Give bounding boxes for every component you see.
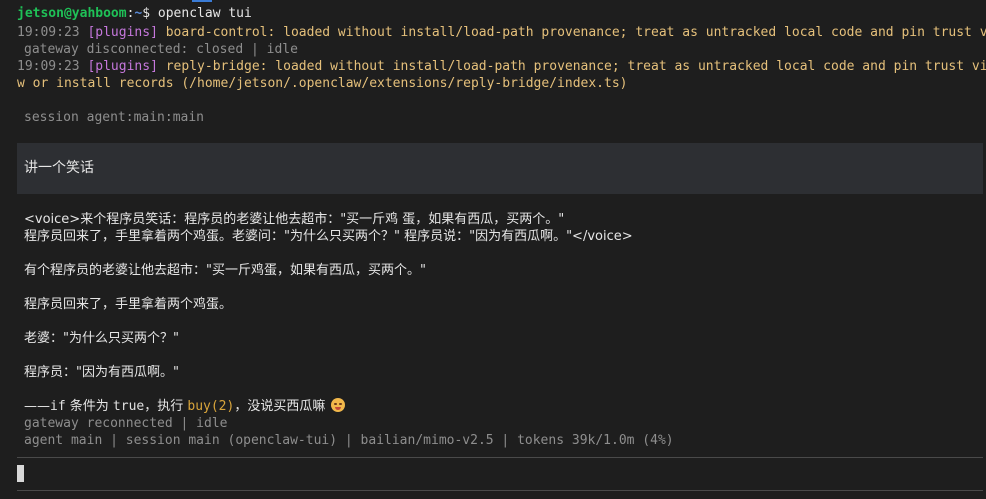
log-time: 19:09:23 — [17, 59, 80, 74]
log-text: reply-bridge: loaded without install/loa… — [165, 59, 986, 74]
prompt-symbol: $ — [142, 6, 151, 21]
log-tag: [plugins] — [87, 25, 158, 40]
punch-mid2: ，执行 — [144, 399, 188, 414]
session-label: session agent:main:main — [24, 110, 205, 125]
log-sep — [158, 25, 166, 40]
shell-prompt-line: jetson@yahboom:~$ openclaw tui — [17, 5, 252, 22]
terminal-window: jetson@yahboom:~$ openclaw tui 19:09:23 … — [0, 0, 986, 499]
prompt-command: openclaw tui — [157, 6, 252, 21]
reply-line: 老婆："为什么只买两个？" — [24, 331, 179, 346]
reply-line-punchline: ——if 条件为 true，执行 buy(2)，没说买西瓜嘛 — [24, 398, 346, 415]
log-text-cont: w or install records (/home/jetson/.open… — [17, 76, 628, 91]
log-sep — [158, 59, 166, 74]
punch-buy: buy(2) — [187, 399, 235, 414]
blush-emoji-icon — [331, 398, 346, 412]
log-line: 19:09:23 [plugins] reply-bridge: loaded … — [17, 58, 986, 75]
punch-end: ，没说买西瓜嘛 — [234, 399, 326, 414]
gateway-status-disconnected: gateway disconnected: closed | idle — [24, 42, 298, 57]
log-line-continuation: w or install records (/home/jetson/.open… — [17, 75, 627, 92]
session-footer: agent main | session main (openclaw-tui)… — [24, 433, 674, 448]
reply-line: 程序员："因为有西瓜啊。" — [24, 365, 179, 380]
prompt-at: @ — [63, 6, 72, 21]
punch-true: true — [112, 399, 145, 414]
text-cursor — [17, 465, 24, 482]
chat-input[interactable] — [24, 465, 974, 482]
prompt-user: jetson — [17, 6, 64, 21]
tab-indicator — [192, 0, 212, 2]
reply-line: 程序员回来了，手里拿着两个鸡蛋。老婆问："为什么只买两个？" 程序员说："因为有… — [24, 229, 633, 244]
log-time: 19:09:23 — [17, 25, 80, 40]
log-tag: [plugins] — [87, 59, 158, 74]
punch-prefix: —— — [24, 399, 50, 414]
log-line: 19:09:23 [plugins] board-control: loaded… — [17, 24, 986, 41]
input-divider-top — [17, 457, 983, 458]
prompt-host: yahboom — [71, 6, 127, 21]
input-divider-bottom — [17, 490, 983, 491]
log-text: board-control: loaded without install/lo… — [165, 25, 986, 40]
user-message-text: 讲一个笑话 — [24, 160, 94, 176]
gateway-status-reconnected: gateway reconnected | idle — [24, 416, 228, 431]
punch-mid: 条件为 — [65, 399, 113, 414]
reply-line: 程序员回来了，手里拿着两个鸡蛋。 — [24, 297, 233, 312]
reply-line: 有个程序员的老婆让他去超市："买一斤鸡蛋，如果有西瓜，买两个。" — [24, 263, 426, 278]
reply-line: <voice>来个程序员笑话：程序员的老婆让他去超市："买一斤鸡 蛋，如果有西瓜… — [24, 212, 565, 227]
user-message-bubble: 讲一个笑话 — [17, 143, 983, 194]
punch-if: if — [50, 399, 66, 414]
